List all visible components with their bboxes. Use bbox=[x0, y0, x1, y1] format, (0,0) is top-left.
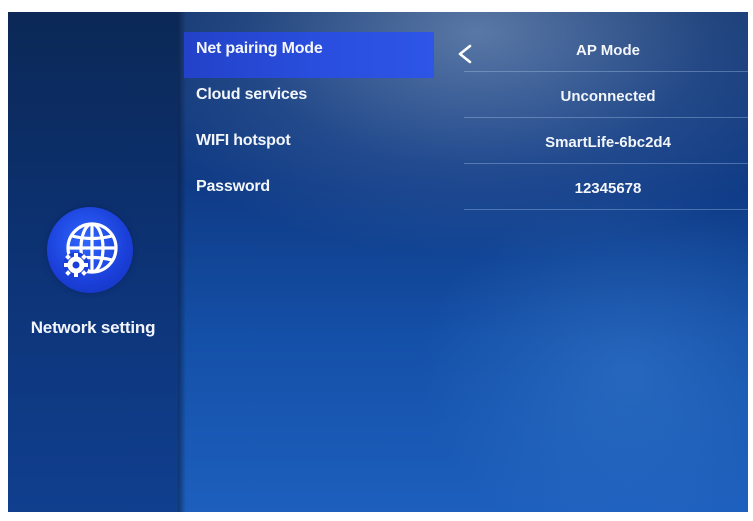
chevron-left-icon[interactable] bbox=[456, 44, 474, 64]
setting-value: SmartLife-6bc2d4 bbox=[545, 134, 671, 151]
setting-label: Net pairing Mode bbox=[196, 40, 323, 57]
sidebar-label: Network setting bbox=[30, 318, 156, 337]
setting-value: 12345678 bbox=[574, 180, 642, 197]
setting-row-wifi-hotspot[interactable]: WIFI hotspot SmartLife-6bc2d4 bbox=[184, 124, 748, 164]
row-divider bbox=[464, 71, 748, 72]
setting-label: Password bbox=[196, 178, 270, 195]
row-divider bbox=[464, 163, 748, 164]
setting-value[interactable]: AP Mode bbox=[498, 42, 718, 59]
setting-label: WIFI hotspot bbox=[196, 132, 291, 149]
setting-row-net-pairing-mode[interactable]: Net pairing Mode AP Mode bbox=[184, 32, 748, 78]
setting-row-password[interactable]: Password 12345678 bbox=[184, 170, 748, 210]
setting-value: Unconnected bbox=[560, 88, 656, 105]
device-screen: Network setting Net pairing Mode AP Mode… bbox=[8, 12, 748, 512]
row-divider bbox=[464, 209, 748, 210]
setting-label: Cloud services bbox=[196, 86, 308, 103]
row-divider bbox=[464, 117, 748, 118]
network-settings-globe-gear-icon[interactable] bbox=[47, 207, 133, 293]
setting-row-cloud-services[interactable]: Cloud services Unconnected bbox=[184, 78, 748, 118]
sidebar: Network setting bbox=[8, 12, 178, 512]
